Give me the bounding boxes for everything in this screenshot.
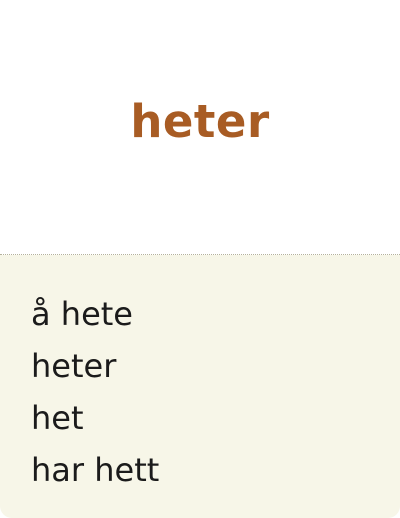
verb-form-present: heter	[31, 347, 117, 385]
headword: heter	[130, 95, 270, 148]
verb-form-perfect: har hett	[31, 451, 160, 489]
verb-form-past: het	[31, 399, 84, 437]
verb-flashcard: heter å hete heter het har hett	[0, 0, 400, 518]
card-front-panel: heter	[0, 0, 400, 255]
verb-forms-list: å hete heter het har hett	[31, 288, 159, 496]
verb-form-infinitive: å hete	[31, 295, 133, 333]
